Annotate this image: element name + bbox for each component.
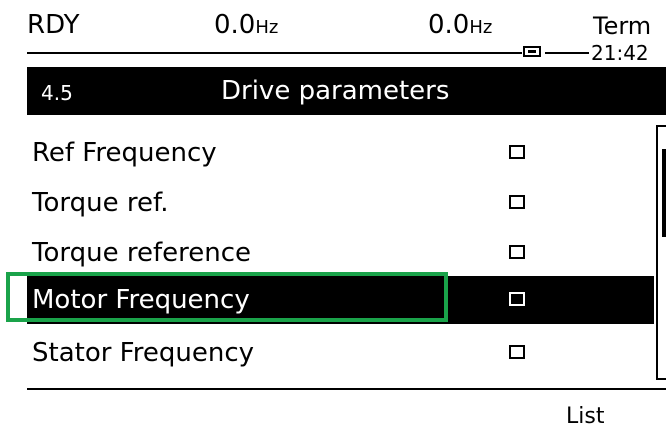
drive-state: RDY — [27, 10, 80, 40]
list-item-stator-frequency[interactable]: Stator Frequency — [27, 329, 654, 377]
clock: 21:42 — [591, 41, 649, 65]
list-item-torque-reference[interactable]: Torque reference — [27, 229, 654, 277]
list-item-label: Torque reference — [32, 238, 251, 268]
output-frequency-unit: Hz — [469, 17, 493, 38]
list-item-label: Torque ref. — [32, 188, 169, 218]
status-divider-right — [545, 52, 589, 54]
checkbox-icon[interactable] — [509, 245, 525, 259]
checkbox-icon[interactable] — [509, 292, 525, 306]
list-item-ref-frequency[interactable]: Ref Frequency — [27, 129, 654, 177]
menu-title-bar: 4.5 Drive parameters — [27, 67, 666, 115]
checkbox-icon[interactable] — [509, 195, 525, 209]
list-item-label: Ref Frequency — [32, 138, 217, 168]
reference-frequency-unit: Hz — [255, 17, 279, 38]
battery-icon — [523, 46, 541, 57]
menu-code: 4.5 — [41, 81, 73, 105]
checkbox-icon[interactable] — [509, 345, 525, 359]
list-item-torque-ref[interactable]: Torque ref. — [27, 179, 654, 227]
output-frequency-value: 0.0 — [428, 10, 470, 40]
list-softkey[interactable]: List — [566, 404, 604, 430]
checkbox-icon[interactable] — [509, 145, 525, 159]
status-divider — [27, 52, 522, 54]
output-frequency-readout: 0.0Hz — [428, 10, 492, 43]
reference-frequency-readout: 0.0Hz — [214, 10, 278, 43]
softkey-divider — [27, 388, 666, 390]
reference-frequency-value: 0.0 — [214, 10, 256, 40]
selection-highlight — [6, 272, 448, 322]
control-channel: Term — [593, 12, 652, 40]
scrollbar-thumb[interactable] — [662, 149, 666, 237]
page-title: Drive parameters — [221, 76, 450, 106]
list-item-label: Stator Frequency — [32, 338, 255, 368]
scrollbar[interactable] — [656, 125, 666, 380]
